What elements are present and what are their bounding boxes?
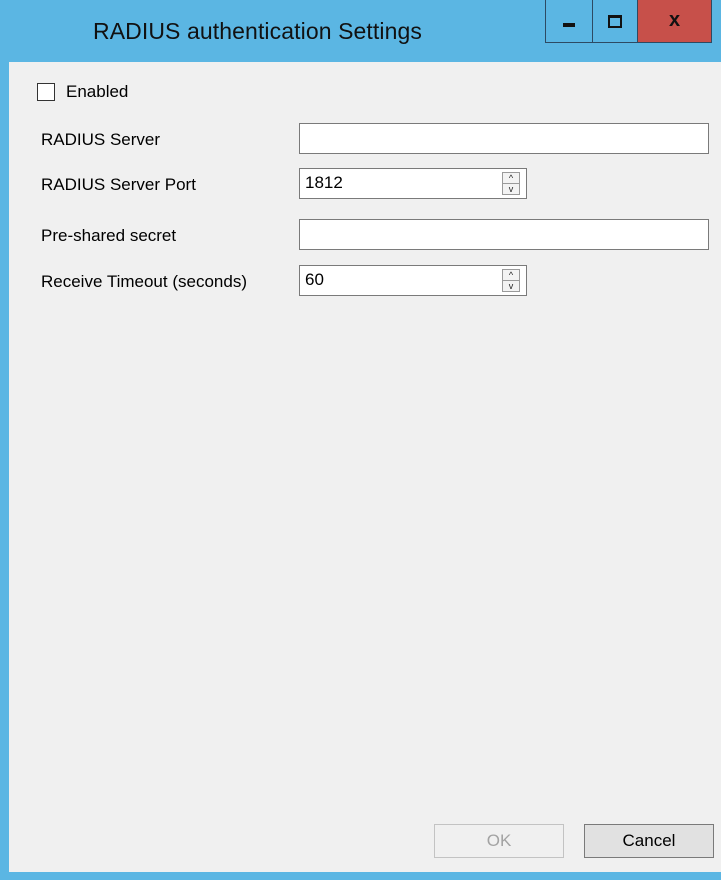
minimize-button[interactable]: [545, 0, 593, 43]
radius-server-input[interactable]: [299, 123, 709, 154]
enabled-checkbox[interactable]: [37, 83, 55, 101]
receive-timeout-spinner[interactable]: 60 ^ v: [299, 265, 527, 296]
close-icon: x: [668, 8, 681, 31]
enabled-row: Enabled: [37, 82, 128, 102]
radius-server-port-value[interactable]: 1812: [305, 173, 343, 193]
enabled-label[interactable]: Enabled: [66, 82, 128, 102]
maximize-icon: [608, 14, 622, 28]
minimize-icon: [563, 23, 575, 27]
port-decrement-icon[interactable]: v: [503, 184, 519, 194]
receive-timeout-label: Receive Timeout (seconds): [41, 272, 247, 291]
cancel-button[interactable]: Cancel: [584, 824, 714, 858]
radius-settings-window: RADIUS authentication Settings x Enabled…: [0, 0, 721, 880]
title-bar[interactable]: RADIUS authentication Settings x: [0, 0, 721, 62]
radius-server-port-spinner[interactable]: 1812 ^ v: [299, 168, 527, 199]
window-title: RADIUS authentication Settings: [93, 18, 423, 44]
dialog-body: Enabled RADIUS Server RADIUS Server Port…: [9, 62, 721, 872]
radius-server-label: RADIUS Server: [41, 130, 161, 149]
radius-server-port-label: RADIUS Server Port: [41, 175, 196, 194]
pre-shared-secret-input[interactable]: [299, 219, 709, 250]
ok-button[interactable]: OK: [434, 824, 564, 858]
timeout-decrement-icon[interactable]: v: [503, 281, 519, 291]
maximize-button[interactable]: [592, 0, 638, 43]
port-spin-buttons: ^ v: [502, 172, 520, 195]
receive-timeout-value[interactable]: 60: [305, 270, 324, 290]
close-button[interactable]: x: [637, 0, 712, 43]
timeout-increment-icon[interactable]: ^: [503, 270, 519, 281]
timeout-spin-buttons: ^ v: [502, 269, 520, 292]
pre-shared-secret-label: Pre-shared secret: [41, 226, 177, 245]
port-increment-icon[interactable]: ^: [503, 173, 519, 184]
